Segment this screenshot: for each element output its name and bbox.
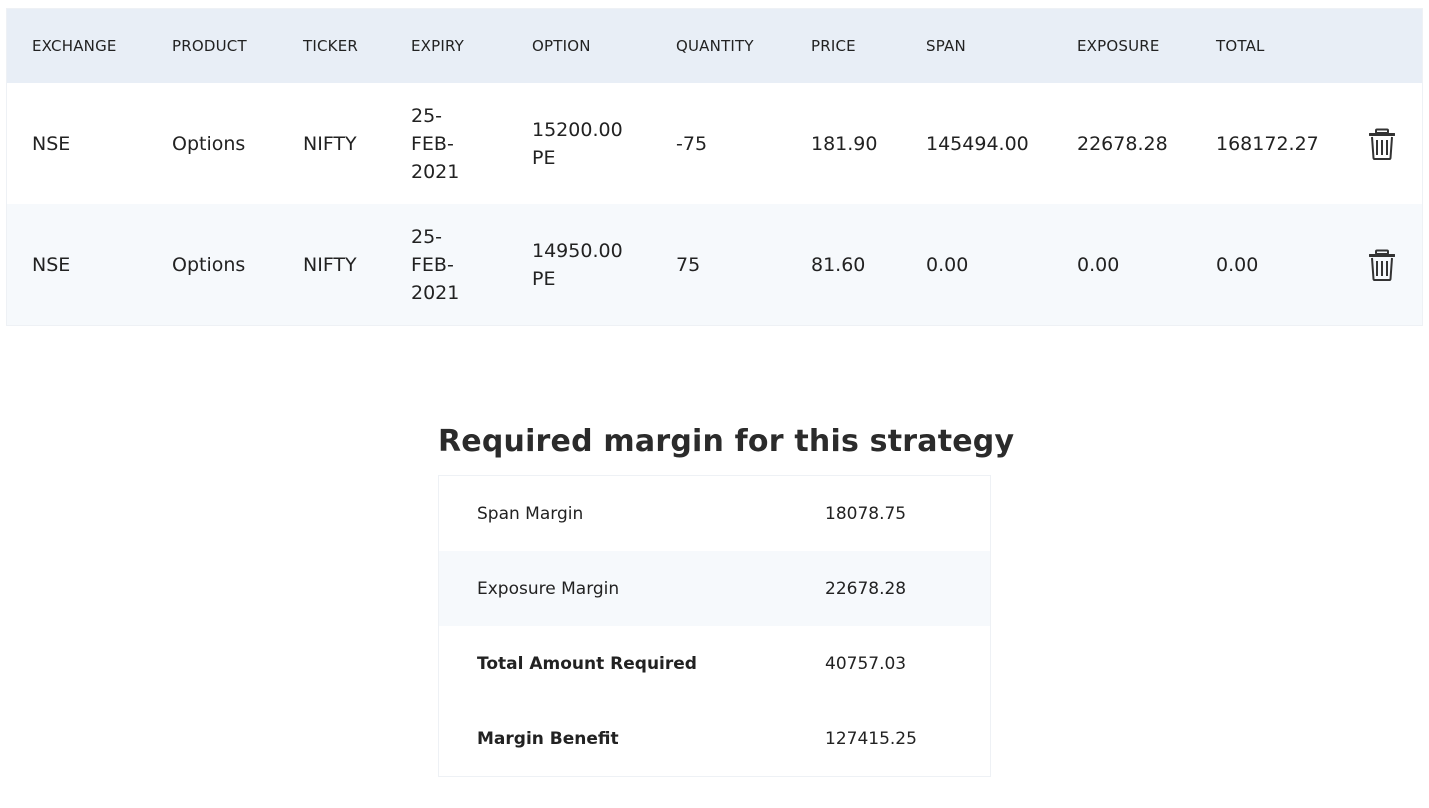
option-text: 14950.00 PE (532, 239, 623, 290)
header-total: TOTAL (1216, 37, 1265, 55)
margin-label: Margin Benefit (477, 728, 619, 749)
cell-quantity: -75 (676, 132, 708, 155)
cell-exchange: NSE (32, 253, 71, 276)
cell-price: 181.90 (811, 132, 878, 155)
cell-exposure: 0.00 (1077, 253, 1120, 276)
cell-ticker: NIFTY (303, 132, 357, 155)
margin-value: 127415.25 (825, 728, 917, 749)
table-row: NSE Options NIFTY 25-FEB-2021 14950.00 P… (7, 204, 1422, 325)
header-exchange: EXCHANGE (32, 37, 117, 55)
margin-summary: Required margin for this strategy Span M… (438, 424, 1015, 777)
trash-icon (1369, 249, 1395, 281)
cell-ticker: NIFTY (303, 253, 357, 276)
margin-value: 18078.75 (825, 503, 907, 524)
margin-value: 40757.03 (825, 653, 907, 674)
margin-value: 22678.28 (825, 578, 907, 599)
cell-span: 145494.00 (926, 132, 1029, 155)
table-row: NSE Options NIFTY 25-FEB-2021 15200.00 P… (7, 83, 1422, 204)
header-quantity: QUANTITY (676, 37, 754, 55)
margin-label: Total Amount Required (477, 653, 697, 674)
cell-product: Options (172, 132, 246, 155)
cell-actions (1343, 249, 1423, 281)
margin-row-exposure: Exposure Margin 22678.28 (439, 551, 990, 626)
header-option: OPTION (532, 37, 591, 55)
margin-row-total: Total Amount Required 40757.03 (439, 626, 990, 701)
header-expiry: EXPIRY (411, 37, 465, 55)
cell-quantity: 75 (676, 253, 701, 276)
margin-row-span: Span Margin 18078.75 (439, 476, 990, 551)
margin-label: Span Margin (477, 503, 584, 524)
cell-product: Options (172, 253, 246, 276)
margin-title: Required margin for this strategy (438, 424, 1015, 459)
expiry-text: 25-FEB-2021 (411, 225, 460, 304)
cell-total: 0.00 (1216, 253, 1259, 276)
delete-row-button[interactable] (1368, 249, 1398, 281)
cell-expiry: 25-FEB-2021 (386, 223, 507, 307)
margin-label: Exposure Margin (477, 578, 620, 599)
header-price: PRICE (811, 37, 856, 55)
cell-expiry: 25-FEB-2021 (386, 102, 507, 186)
cell-option: 15200.00 PE (507, 116, 651, 172)
cell-exchange: NSE (32, 132, 71, 155)
positions-table: EXCHANGE PRODUCT TICKER EXPIRY OPTION QU… (6, 8, 1423, 326)
cell-span: 0.00 (926, 253, 969, 276)
option-text: 15200.00 PE (532, 118, 623, 169)
header-ticker: TICKER (303, 37, 358, 55)
trash-icon (1369, 128, 1395, 160)
expiry-text: 25-FEB-2021 (411, 104, 460, 183)
positions-header-row: EXCHANGE PRODUCT TICKER EXPIRY OPTION QU… (7, 9, 1422, 83)
cell-option: 14950.00 PE (507, 237, 651, 293)
header-product: PRODUCT (172, 37, 247, 55)
margin-table: Span Margin 18078.75 Exposure Margin 226… (438, 475, 991, 777)
header-exposure: EXPOSURE (1077, 37, 1160, 55)
margin-row-benefit: Margin Benefit 127415.25 (439, 701, 990, 776)
cell-price: 81.60 (811, 253, 866, 276)
header-span: SPAN (926, 37, 966, 55)
delete-row-button[interactable] (1368, 128, 1398, 160)
cell-total: 168172.27 (1216, 132, 1319, 155)
cell-exposure: 22678.28 (1077, 132, 1168, 155)
cell-actions (1343, 128, 1423, 160)
